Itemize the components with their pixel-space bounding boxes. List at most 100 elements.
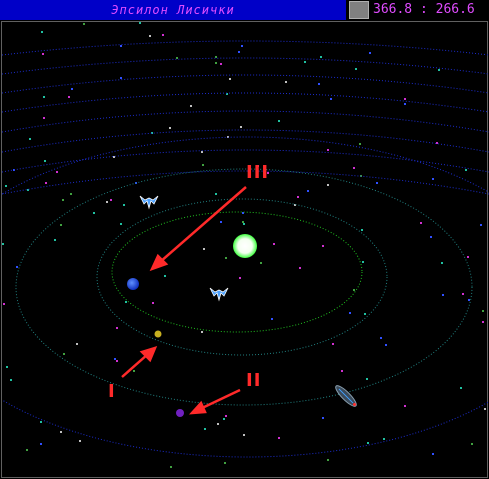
ship-icon[interactable] [209,287,229,302]
star-dot [123,204,125,206]
star-dot [224,462,226,464]
star-dot [367,442,369,444]
star-dot [404,98,406,100]
star-dot [116,360,118,362]
star-dot [176,57,178,59]
star-dot [369,52,371,54]
star-dot [16,266,18,268]
space-map[interactable] [2,22,489,479]
star-dot [239,277,241,279]
star-dot [201,151,203,153]
star-dot [110,199,112,201]
star-dot [215,62,217,64]
star-dot [468,299,470,301]
star-dot [40,443,42,445]
star-dot [10,379,12,381]
star-dot [242,221,244,223]
annotation-label-3: III [246,162,270,183]
star-dot [376,182,378,184]
star-dot [465,169,467,171]
sun-icon[interactable] [233,234,257,258]
star-dot [240,126,242,128]
star-dot [41,31,43,33]
star-dot [162,34,164,36]
star-dot [438,69,440,71]
star-dot [353,167,355,169]
system-title: Эпсилон Лисички [0,0,346,20]
star-dot [430,236,432,238]
star-dot [215,56,217,58]
star-dot [229,78,231,80]
star-dot [62,199,64,201]
star-dot [467,256,469,258]
star-dot [362,261,364,263]
star-dot [482,321,484,323]
star-dot [420,222,422,224]
star-dot [385,344,387,346]
star-dot [79,440,81,442]
star-dot [63,353,65,355]
star-dot [120,77,122,79]
star-dot [482,310,484,312]
star-dot [70,193,72,195]
star-dot [361,229,363,231]
star-dot [304,61,306,63]
ship-icon[interactable] [139,195,159,210]
star-dot [327,184,329,186]
star-dot [278,120,280,122]
planet-blue-icon[interactable] [127,278,139,290]
star-dot [271,318,273,320]
station-icon[interactable] [333,383,358,408]
star-dot [318,83,320,85]
star-dot [383,438,385,440]
star-dot [26,449,28,451]
planet-yellow-icon[interactable] [154,330,162,338]
star-dot [359,143,361,145]
star-dot [273,243,275,245]
annotation-label-2: II [246,370,262,391]
star-dot [42,53,44,55]
star-dot [484,408,486,410]
star-dot [60,431,62,433]
star-dot [43,117,45,119]
star-dot [243,434,245,436]
star-dot [220,63,222,65]
planet-purple-icon[interactable] [176,409,184,417]
star-dot [152,302,154,304]
star-dot [330,98,332,100]
star-dot [223,418,225,420]
star-dot [322,417,324,419]
orbit-inner [111,211,363,333]
star-dot [432,453,434,455]
star-dot [56,171,58,173]
star-dot [113,156,115,158]
star-dot [120,45,122,47]
star-dot [116,327,118,329]
star-dot [202,164,204,166]
star-dot [106,201,108,203]
star-dot [204,428,206,430]
star-dot [243,223,245,225]
star-dot [2,243,4,245]
star-dot [60,224,62,226]
star-dot [54,239,56,241]
space-viewport[interactable]: III I II [1,21,489,479]
star-dot [327,459,329,461]
star-dot [225,415,227,417]
star-dot [349,312,351,314]
star-dot [215,193,217,195]
star-dot [299,267,301,269]
star-dot [332,343,334,345]
star-dot [441,262,443,264]
star-dot [366,378,368,380]
star-dot [442,294,444,296]
map-toggle-button[interactable] [349,1,369,19]
star-dot [68,96,70,98]
star-dot [260,262,262,264]
star-dot [83,23,85,25]
star-dot [238,51,240,53]
star-dot [93,212,95,214]
star-dot [217,423,219,425]
star-dot [297,196,299,198]
star-dot [71,88,73,90]
